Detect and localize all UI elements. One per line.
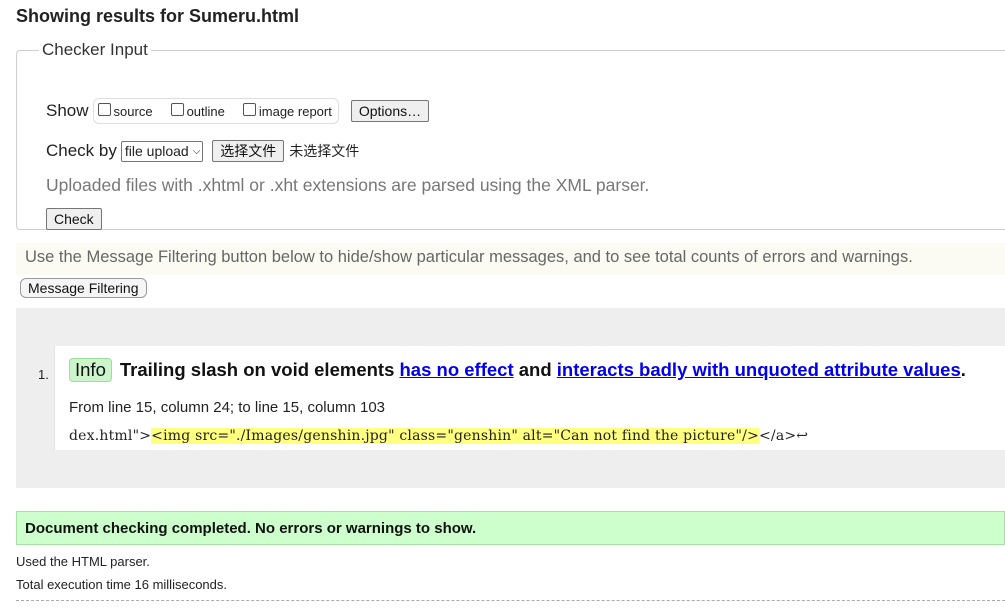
chevron-down-icon: ⌵ [192,145,201,157]
checkbox-outline-label: outline [186,103,225,119]
check-row: Check [46,208,102,230]
message-item: Info Trailing slash on void elements has … [54,346,1005,450]
page-title: Showing results for Sumeru.html [16,6,300,26]
check-by-label: Check by [46,141,117,160]
message-text-after: . [960,359,966,380]
info-badge: Info [69,358,112,382]
check-by-select[interactable]: file upload ⌵ [120,140,204,162]
code-before: dex.html"> [69,428,152,444]
code-highlight: <img src="./Images/genshin.jpg" class="g… [151,428,759,444]
message-filtering-note: Use the Message Filtering button below t… [16,243,1005,275]
checkbox-image-report-label: image report [258,103,332,119]
show-options-group: source outline image report [92,98,339,124]
parser-note: Uploaded files with .xhtml or .xht exten… [46,175,650,195]
divider [16,600,1005,601]
checkbox-source[interactable]: source [97,102,153,119]
checkbox-box-icon[interactable] [242,102,256,116]
no-file-chosen-text: 未选择文件 [289,143,360,159]
success-banner: Document checking completed. No errors o… [16,511,1005,545]
message-code-extract: dex.html"><img src="./Images/genshin.jpg… [69,428,808,444]
show-label: Show [46,101,89,120]
checker-input-fieldset: Checker Input Show source outline image … [16,40,1005,230]
check-by-row: Check by file upload ⌵ 选择文件 未选择文件 [46,140,359,162]
checkbox-outline[interactable]: outline [170,102,225,119]
options-button[interactable]: Options… [350,100,430,122]
checker-legend: Checker Input [42,40,148,59]
checkbox-box-icon[interactable] [170,102,184,116]
check-button[interactable]: Check [46,208,102,230]
choose-file-button[interactable]: 选择文件 [212,140,285,162]
show-row: Show source outline image report Options… [46,98,430,124]
parser-used-text: Used the HTML parser. [16,554,150,569]
code-after: </a>↩ [758,428,809,444]
has-no-effect-link[interactable]: has no effect [400,359,514,380]
message-number: 1. [38,367,49,382]
message-heading: Info Trailing slash on void elements has … [69,358,966,382]
check-by-value: file upload [124,143,189,159]
message-text-before: Trailing slash on void elements [119,359,400,380]
message-location: From line 15, column 24; to line 15, col… [69,399,386,416]
unquoted-attribute-link[interactable]: interacts badly with unquoted attribute … [557,359,961,380]
results-list: 1. Info Trailing slash on void elements h… [16,308,1005,488]
checkbox-box-icon[interactable] [97,102,111,116]
message-filtering-button[interactable]: Message Filtering [20,278,147,298]
checkbox-source-label: source [113,103,153,119]
message-text-middle: and [513,359,557,380]
checkbox-image-report[interactable]: image report [242,102,332,119]
execution-time-text: Total execution time 16 milliseconds. [16,577,227,592]
